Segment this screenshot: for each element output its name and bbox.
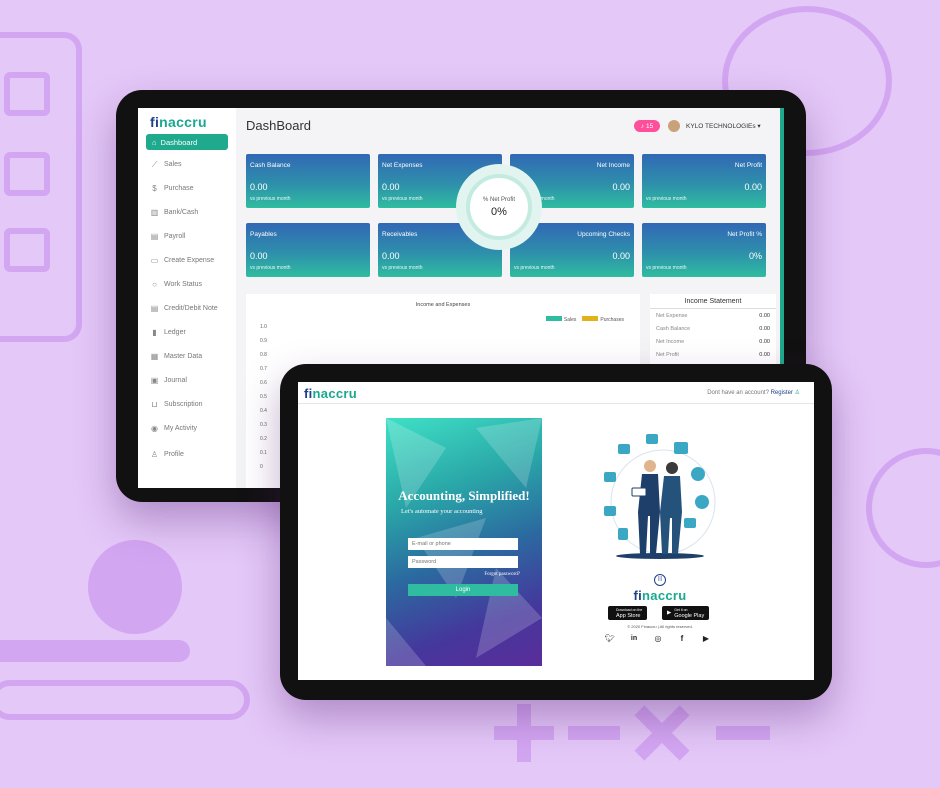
net-profit-ring-label: % Net Profit bbox=[482, 196, 515, 203]
y-tick-label: 0.1 bbox=[260, 450, 267, 456]
app-store-button[interactable]: Download on the App Store bbox=[608, 606, 648, 620]
income-statement-title: Income Statement bbox=[650, 294, 776, 309]
register-link[interactable]: Register bbox=[771, 390, 793, 396]
bell-icon: ♪ bbox=[640, 122, 644, 130]
sidebar-item-bank-cash[interactable]: ▥ Bank/Cash bbox=[150, 206, 199, 218]
avatar[interactable] bbox=[668, 120, 680, 132]
card-net-profit-percent: Net Profit % 0% vs previous month bbox=[642, 223, 766, 277]
document-icon: ▤ bbox=[150, 231, 159, 241]
cart-icon: ⊔ bbox=[151, 399, 158, 409]
sidebar-item-credit-debit-note[interactable]: ▤ Credit/Debit Note bbox=[150, 302, 218, 314]
password-field[interactable] bbox=[408, 556, 518, 568]
login-button[interactable]: Login bbox=[408, 584, 518, 596]
page-title: DashBoard bbox=[246, 118, 312, 133]
y-tick-label: 0.4 bbox=[260, 408, 267, 414]
income-row: Net Expense 0.00 bbox=[656, 312, 770, 319]
money-icon: ▭ bbox=[150, 255, 159, 265]
copyright: © 2020 Finaccru | All rights reserved. bbox=[627, 624, 693, 629]
notification-badge[interactable]: ♪ 15 bbox=[634, 120, 660, 132]
sidebar-item-master-data[interactable]: ▦ Master Data bbox=[150, 350, 202, 362]
y-tick-label: 0.2 bbox=[260, 436, 267, 442]
bg-dollar-coin-icon bbox=[88, 540, 182, 634]
bg-phone-slot bbox=[4, 152, 50, 196]
finaccru-logo: finaccru bbox=[150, 114, 207, 130]
bg-minus-icon bbox=[568, 726, 620, 740]
sidebar-item-sales[interactable]: ⟋ Sales bbox=[150, 158, 182, 170]
y-tick-label: 0.6 bbox=[260, 380, 267, 386]
user-icon: ♙ bbox=[150, 449, 159, 459]
refresh-icon: ○ bbox=[152, 279, 157, 289]
y-tick-label: 0.7 bbox=[260, 366, 267, 372]
bank-icon: ▥ bbox=[150, 207, 159, 217]
book-icon: ▮ bbox=[152, 327, 157, 337]
finaccru-mark-icon: ||| bbox=[654, 574, 666, 586]
forgot-password-link[interactable]: Forgot password? bbox=[484, 572, 520, 577]
login-heading: Accounting, Simplified! bbox=[398, 488, 530, 503]
finaccru-logo[interactable]: finaccru bbox=[304, 386, 357, 401]
card-payables: Payables 0.00 vs previous month bbox=[246, 223, 370, 277]
instagram-icon[interactable]: ◎ bbox=[652, 633, 664, 645]
google-play-button[interactable]: ▶ Get it on Google Play bbox=[662, 606, 710, 620]
facebook-icon[interactable]: f bbox=[676, 633, 688, 645]
net-profit-ring: % Net Profit 0% bbox=[456, 164, 542, 250]
legend-purchases[interactable]: Purchases bbox=[582, 316, 624, 323]
bg-dollar-coin-icon bbox=[866, 448, 940, 568]
y-tick-label: 0.8 bbox=[260, 352, 267, 358]
card-cash-balance: Cash Balance 0.00 vs previous month bbox=[246, 154, 370, 208]
company-dropdown[interactable]: KYLO TECHNOLOGIEs ▾ bbox=[686, 122, 761, 130]
sidebar-item-dashboard[interactable]: ⌂ Dashboard bbox=[146, 134, 228, 150]
chart-title: Income and Expenses bbox=[415, 302, 471, 308]
login-panel: Accounting, Simplified! Let's automate y… bbox=[386, 418, 542, 666]
legend-sales[interactable]: Sales bbox=[545, 316, 576, 323]
chart-legend: Sales Purchases bbox=[545, 316, 624, 323]
files-icon: ▦ bbox=[150, 351, 159, 361]
login-topbar: finaccru Dont have an account? Register … bbox=[298, 382, 814, 404]
sidebar-item-purchase[interactable]: $ Purchase bbox=[150, 182, 193, 194]
bg-hand bbox=[0, 640, 190, 662]
sidebar-item-subscription[interactable]: ⊔ Subscription bbox=[150, 398, 202, 410]
income-row: Net Income 0.00 bbox=[656, 338, 770, 345]
net-profit-ring-value: 0% bbox=[491, 205, 507, 218]
sidebar: finaccru ⌂ Dashboard ⟋ Sales $ Purchase ▥ Ba… bbox=[138, 108, 236, 488]
youtube-icon[interactable]: ▶ bbox=[700, 633, 712, 645]
y-tick-label: 0 bbox=[260, 464, 263, 470]
sidebar-item-my-activity[interactable]: ◉ My Activity bbox=[150, 422, 197, 434]
finaccru-logo: finaccru bbox=[633, 588, 687, 603]
y-tick-label: 0.5 bbox=[260, 394, 267, 400]
bg-plus-icon bbox=[517, 704, 531, 762]
twitter-icon[interactable]: 🐦︎ bbox=[604, 633, 616, 645]
sidebar-item-work-status[interactable]: ○ Work Status bbox=[150, 278, 202, 290]
user-add-icon: ♙ bbox=[794, 390, 800, 396]
register-prompt: Dont have an account? Register ♙ bbox=[707, 390, 800, 396]
sidebar-item-payroll[interactable]: ▤ Payroll bbox=[150, 230, 186, 242]
play-icon: ▶ bbox=[667, 610, 672, 616]
note-icon: ▤ bbox=[150, 303, 159, 313]
card-net-profit: Net Profit 0.00 vs previous month bbox=[642, 154, 766, 208]
bg-phone-slot bbox=[4, 72, 50, 116]
sidebar-item-create-expense[interactable]: ▭ Create Expense bbox=[150, 254, 214, 266]
login-subheading: Let's automate your accounting bbox=[401, 508, 483, 515]
income-row: Cash Balance 0.00 bbox=[656, 325, 770, 332]
dollar-icon: $ bbox=[152, 183, 157, 193]
brand-block: ||| finaccru bbox=[600, 574, 720, 603]
linkedin-icon[interactable]: in bbox=[628, 633, 640, 645]
sidebar-item-ledger[interactable]: ▮ Ledger bbox=[150, 326, 186, 338]
income-row: Net Profit 0.00 bbox=[656, 351, 770, 358]
login-screen: finaccru Dont have an account? Register … bbox=[298, 382, 814, 680]
y-tick-label: 1.0 bbox=[260, 324, 267, 330]
sidebar-item-journal[interactable]: ▣ Journal bbox=[150, 374, 187, 386]
y-tick-label: 0.3 bbox=[260, 422, 267, 428]
login-tablet: finaccru Dont have an account? Register … bbox=[280, 364, 832, 700]
bg-divide-icon bbox=[716, 726, 770, 740]
bg-hand bbox=[0, 680, 250, 720]
journal-icon: ▣ bbox=[150, 375, 159, 385]
sidebar-item-profile[interactable]: ♙ Profile bbox=[150, 448, 184, 460]
y-tick-label: 0.9 bbox=[260, 338, 267, 344]
chart-icon: ⟋ bbox=[151, 159, 158, 169]
email-field[interactable] bbox=[408, 538, 518, 550]
business-illustration bbox=[604, 434, 716, 559]
home-icon: ⌂ bbox=[152, 137, 157, 147]
bg-phone-slot bbox=[4, 228, 50, 272]
activity-icon: ◉ bbox=[151, 423, 158, 433]
